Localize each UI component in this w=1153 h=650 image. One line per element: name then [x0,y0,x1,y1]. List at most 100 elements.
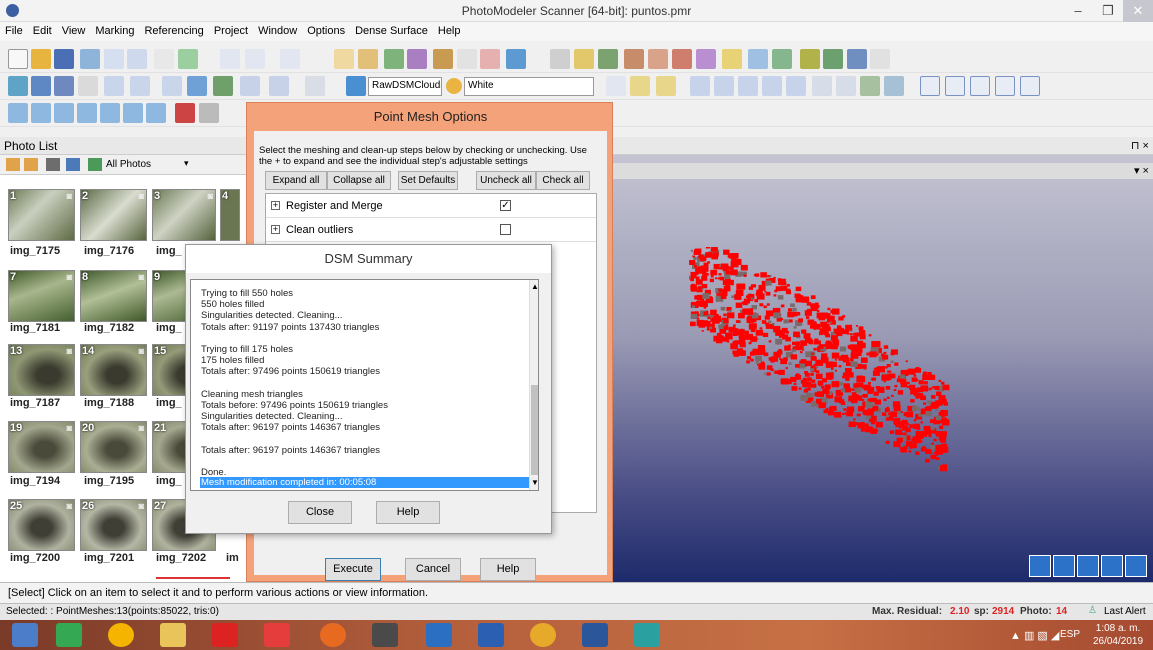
photo-filter-select[interactable]: All Photos [106,159,151,170]
render-icon[interactable] [346,76,366,96]
expand-icon[interactable]: + [271,225,280,234]
layout4-icon[interactable] [995,76,1015,96]
scan-icon[interactable] [748,49,768,69]
mesh-icon[interactable] [672,49,692,69]
language-indicator[interactable]: ESP [1060,629,1080,640]
pen-icon[interactable] [334,49,354,69]
grid-view-icon[interactable] [305,76,325,96]
photo-thumb[interactable]: 25 ◙ [8,499,75,551]
clock-date[interactable]: 26/04/2019 [1090,636,1146,647]
list-icon[interactable] [6,158,20,171]
log-selected-line[interactable]: Mesh modification completed in: 00:05:08 [200,477,530,488]
photo-thumb[interactable]: 8 ◙ [80,270,147,322]
list2-icon[interactable] [24,158,38,171]
menu-project[interactable]: Project [209,22,253,37]
hexagon-icon[interactable] [77,103,97,123]
curve2-icon[interactable] [606,76,626,96]
zoom-window-icon[interactable] [762,76,782,96]
register-merge-checkbox[interactable]: ✓ [500,200,511,211]
doc-icon[interactable] [457,49,477,69]
view3-icon[interactable] [54,76,74,96]
chrome-icon[interactable] [108,623,134,647]
photomodeler-taskbar-icon[interactable] [634,623,660,647]
view-close-icon[interactable]: ▾ × [1134,164,1149,177]
link-icon[interactable] [384,49,404,69]
photo-thumb[interactable]: 14 ◙ [80,344,147,396]
zoom-in-icon[interactable] [690,76,710,96]
menu-options[interactable]: Options [302,22,350,37]
expand-icon[interactable]: + [271,201,280,210]
diamond-icon[interactable] [8,103,28,123]
menu-edit[interactable]: Edit [28,22,57,37]
color-select[interactable]: White [464,77,594,96]
table-view-icon[interactable] [269,76,289,96]
line-icon[interactable] [220,49,240,69]
process-icon[interactable] [433,49,453,69]
dsm-close-button[interactable]: Close [288,501,352,524]
set-defaults-button[interactable]: Set Defaults [398,171,458,190]
acrobat-icon[interactable] [212,623,238,647]
window-icon[interactable] [104,76,124,96]
scroll-down-icon[interactable]: ▼ [531,478,538,487]
tool-icon[interactable] [407,49,427,69]
point-icon[interactable] [178,49,198,69]
photo-thumb[interactable]: 13 ◙ [8,344,75,396]
surface-icon[interactable] [624,49,644,69]
window2-icon[interactable] [130,76,150,96]
zoom-view-icon[interactable] [1101,555,1123,577]
mark-icon[interactable] [154,49,174,69]
tray-icons[interactable]: ▲ ▥ ▧ ◢ [1010,629,1059,642]
photo-thumb[interactable]: 1 ◙ [8,189,75,241]
app-circle-icon[interactable] [530,623,556,647]
app-a2-icon[interactable] [478,623,504,647]
menu-file[interactable]: File [0,22,28,37]
menu-marking[interactable]: Marking [90,22,139,37]
select-multi-icon[interactable] [127,49,147,69]
reference-icon[interactable] [358,49,378,69]
shape2-icon[interactable] [847,49,867,69]
last-alert-button[interactable]: Last Alert [1104,606,1146,617]
pin-icon[interactable] [480,49,500,69]
grid-filter-icon[interactable] [88,158,102,171]
layout3-icon[interactable] [970,76,990,96]
app-s-icon[interactable] [264,623,290,647]
circle-icon[interactable] [123,103,143,123]
frame-icon[interactable] [812,76,832,96]
clock-time[interactable]: 1:08 a. m. [1090,623,1146,634]
photo-thumb[interactable]: 19 ◙ [8,421,75,473]
window4-icon[interactable] [187,76,207,96]
curve-icon[interactable] [245,49,265,69]
rotate2-icon[interactable] [656,76,676,96]
photo-thumb[interactable]: 3 ◙ [152,189,216,241]
window3-icon[interactable] [162,76,182,96]
log-scrollbar[interactable]: ▲ ▼ [529,280,538,490]
pyramid-icon[interactable] [146,103,166,123]
menu-referencing[interactable]: Referencing [139,22,208,37]
undo-icon[interactable] [80,49,100,69]
menu-help[interactable]: Help [433,22,466,37]
windows-start-icon[interactable] [12,623,38,647]
uncheck-all-button[interactable]: Uncheck all [476,171,536,190]
pencil-icon[interactable] [54,103,74,123]
menu-view[interactable]: View [57,22,91,37]
view2-icon[interactable] [31,76,51,96]
layout-icon[interactable] [920,76,940,96]
maximize-button[interactable]: ❐ [1093,0,1123,22]
window5-icon[interactable] [213,76,233,96]
edge-icon[interactable] [280,49,300,69]
menu-window[interactable]: Window [253,22,302,37]
store-icon[interactable] [56,623,82,647]
zoom-fit-icon[interactable] [738,76,758,96]
firefox-icon[interactable] [320,623,346,647]
settings-icon[interactable] [1125,555,1147,577]
lock-icon[interactable] [175,103,195,123]
collapse-all-button[interactable]: Collapse all [327,171,391,190]
save-icon[interactable] [54,49,74,69]
chevron-down-icon[interactable]: ▾ [184,158,189,169]
clean-outliers-checkbox[interactable] [500,224,511,235]
texture-icon[interactable] [648,49,668,69]
open-icon[interactable] [31,49,51,69]
dsm-log[interactable]: Trying to fill 550 holes 550 holes filled… [190,279,539,491]
step-register-merge[interactable]: + Register and Merge ✓ [266,194,596,218]
photo-thumb[interactable]: 26 ◙ [80,499,147,551]
